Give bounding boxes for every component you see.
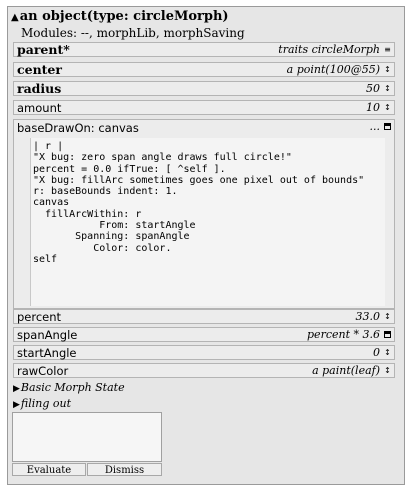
- menu-icon[interactable]: ≡: [383, 44, 392, 55]
- expand-triangle-icon[interactable]: ▶: [13, 384, 20, 394]
- expand-triangle-icon[interactable]: ▶: [13, 400, 20, 410]
- updown-arrow-icon[interactable]: ↕: [383, 365, 392, 376]
- slot-name: amount: [17, 100, 62, 115]
- window-collapse-icon[interactable]: [384, 331, 391, 338]
- slot-spanAngle[interactable]: spanAngle percent * 3.6: [13, 327, 395, 342]
- slot-name: startAngle: [17, 345, 77, 360]
- method-code[interactable]: | r | "X bug: zero span angle draws full…: [31, 138, 385, 265]
- slot-name: radius: [17, 81, 62, 96]
- method-code-editor[interactable]: | r | "X bug: zero span angle draws full…: [30, 138, 385, 306]
- updown-arrow-icon[interactable]: ↕: [383, 83, 392, 94]
- slot-radius[interactable]: radius 50 ↕: [13, 81, 395, 96]
- modules-label: Modules: --, morphLib, morphSaving: [21, 26, 245, 40]
- window-collapse-icon[interactable]: [384, 123, 391, 130]
- slot-value: a point(100@55): [286, 63, 380, 76]
- slot-value: 50: [366, 82, 380, 95]
- category-filing-out[interactable]: ▶filing out: [13, 397, 71, 412]
- method-ellipsis: ...: [369, 120, 381, 133]
- slot-percent[interactable]: percent 33.0 ↕: [13, 309, 395, 324]
- slot-value: a paint(leaf): [312, 364, 380, 377]
- slot-value: percent * 3.6: [307, 328, 380, 341]
- category-basic-morph-state[interactable]: ▶Basic Morph State: [13, 381, 125, 396]
- slot-startAngle[interactable]: startAngle 0 ↕: [13, 345, 395, 360]
- slot-center[interactable]: center a point(100@55) ↕: [13, 62, 395, 77]
- slot-name: parent*: [17, 42, 70, 57]
- slot-value: 33.0: [355, 310, 381, 323]
- slot-name: rawColor: [17, 363, 69, 378]
- slot-name: percent: [17, 309, 62, 324]
- updown-arrow-icon[interactable]: ↕: [383, 347, 392, 358]
- evaluator-text-area[interactable]: [12, 412, 162, 462]
- slot-name: center: [17, 62, 62, 77]
- outliner-title[interactable]: ▲an object(type: circleMorph): [11, 10, 229, 25]
- slot-rawColor[interactable]: rawColor a paint(leaf) ↕: [13, 363, 395, 378]
- evaluate-button[interactable]: Evaluate: [12, 463, 86, 476]
- slot-amount[interactable]: amount 10 ↕: [13, 100, 395, 115]
- updown-arrow-icon[interactable]: ↕: [383, 102, 392, 113]
- updown-arrow-icon[interactable]: ↕: [383, 311, 392, 322]
- slot-value: 10: [366, 101, 380, 114]
- updown-arrow-icon[interactable]: ↕: [383, 64, 392, 75]
- slot-value: traits circleMorph: [278, 43, 380, 56]
- slot-value: 0: [373, 346, 380, 359]
- collapse-triangle-icon[interactable]: ▲: [11, 12, 19, 23]
- method-name: baseDrawOn: canvas: [17, 121, 139, 135]
- slot-name: spanAngle: [17, 327, 78, 342]
- dismiss-button[interactable]: Dismiss: [87, 463, 162, 476]
- slot-parent[interactable]: parent* traits circleMorph ≡: [13, 42, 395, 57]
